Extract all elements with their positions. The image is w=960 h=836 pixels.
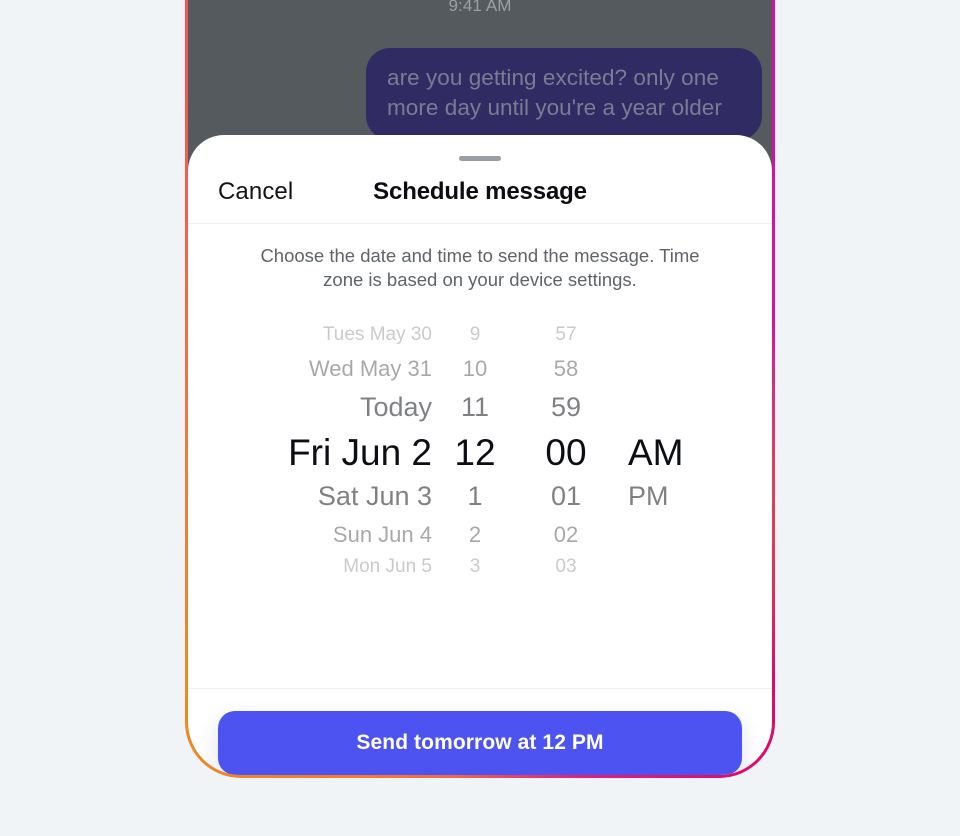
picker-row-selected[interactable]: Fri Jun 2 12 00 AM <box>188 432 772 474</box>
chat-message-bubble: are you getting excited? only one more d… <box>366 48 762 140</box>
picker-cell-minute[interactable]: 58 <box>518 356 614 382</box>
picker-cell-hour[interactable]: 1 <box>432 481 518 512</box>
picker-cell-minute[interactable]: 57 <box>518 324 614 346</box>
picker-cell-minute[interactable]: 03 <box>518 556 614 578</box>
picker-cell-date[interactable]: Fri Jun 2 <box>232 432 432 474</box>
picker-cell-date[interactable]: Sun Jun 4 <box>232 522 432 548</box>
chat-timestamp: 9:41 AM <box>448 0 512 15</box>
picker-row[interactable]: Today 11 59 <box>188 392 772 423</box>
picker-row[interactable]: Wed May 31 10 58 <box>188 356 772 382</box>
picker-cell-minute[interactable]: 01 <box>518 481 614 512</box>
send-button[interactable]: Send tomorrow at 12 PM <box>218 711 742 775</box>
picker-cell-hour[interactable]: 12 <box>432 432 518 474</box>
picker-cell-date[interactable]: Wed May 31 <box>232 356 432 382</box>
picker-cell-minute[interactable]: 59 <box>518 392 614 423</box>
picker-cell-date[interactable]: Sat Jun 3 <box>232 481 432 512</box>
schedule-message-sheet: Cancel Schedule message Choose the date … <box>188 135 772 775</box>
phone-frame: 9:41 AM are you getting excited? only on… <box>185 0 775 778</box>
sheet-footer: Send tomorrow at 12 PM <box>188 688 772 775</box>
picker-row[interactable]: Sat Jun 3 1 01 PM <box>188 481 772 512</box>
phone-screen: 9:41 AM are you getting excited? only on… <box>188 0 772 775</box>
picker-cell-hour[interactable]: 3 <box>432 556 518 578</box>
datetime-wheel-picker[interactable]: Tues May 30 9 57 Wed May 31 10 58 Today 11 59 Fri… <box>188 314 772 688</box>
picker-cell-meridiem[interactable]: AM <box>614 432 728 474</box>
picker-cell-hour[interactable]: 2 <box>432 522 518 548</box>
picker-row[interactable]: Tues May 30 9 57 <box>188 324 772 346</box>
picker-cell-hour[interactable]: 9 <box>432 324 518 346</box>
picker-cell-minute[interactable]: 02 <box>518 522 614 548</box>
picker-cell-date[interactable]: Today <box>232 392 432 423</box>
picker-row[interactable]: Sun Jun 4 2 02 <box>188 522 772 548</box>
sheet-description: Choose the date and time to send the mes… <box>260 245 700 290</box>
picker-cell-hour[interactable]: 10 <box>432 356 518 382</box>
picker-row[interactable]: Mon Jun 5 3 03 <box>188 556 772 578</box>
picker-cell-meridiem[interactable]: PM <box>614 481 728 512</box>
picker-cell-minute[interactable]: 00 <box>518 432 614 474</box>
picker-cell-date[interactable]: Tues May 30 <box>232 324 432 346</box>
cancel-button[interactable]: Cancel <box>218 178 293 206</box>
picker-cell-hour[interactable]: 11 <box>432 392 518 423</box>
picker-cell-date[interactable]: Mon Jun 5 <box>232 556 432 578</box>
sheet-header: Cancel Schedule message <box>188 161 772 224</box>
